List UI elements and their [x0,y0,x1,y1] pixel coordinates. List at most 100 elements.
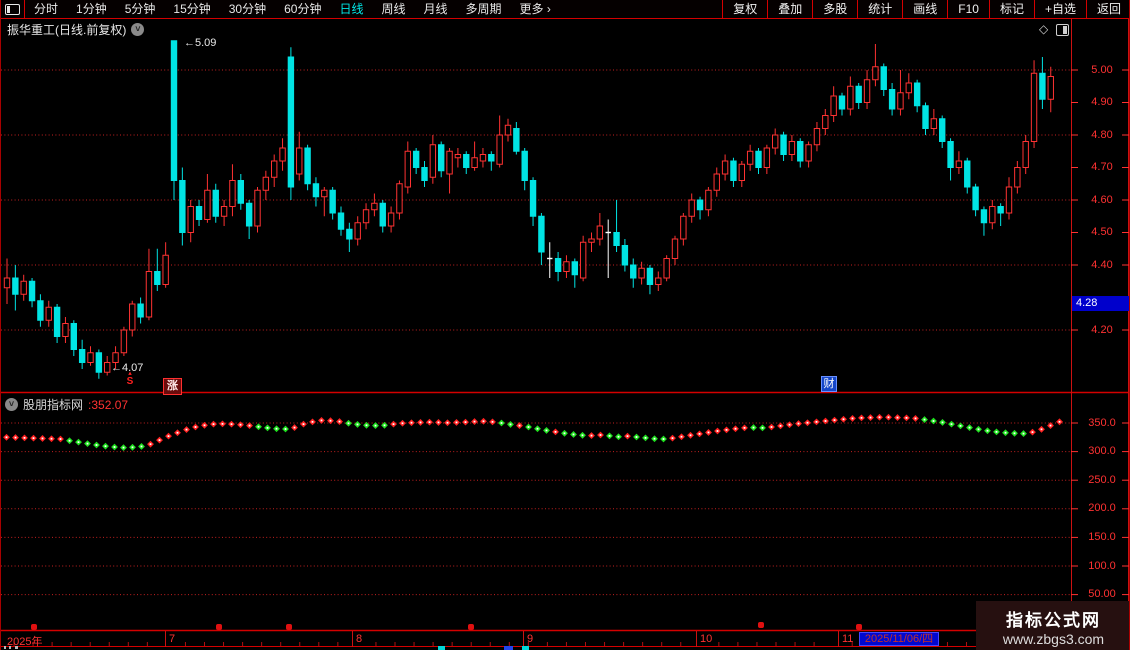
candle-body [62,323,69,337]
indicator-dot-center [572,433,575,436]
indicator-dot-center [536,427,539,430]
cai-badge[interactable]: 财 [821,376,837,392]
tool-button-7[interactable]: +自选 [1033,0,1086,18]
indicator-dot-center [140,445,143,448]
candle-body [529,180,537,217]
candle-body [421,167,428,181]
tool-button-1[interactable]: 叠加 [767,0,812,18]
candle-body [822,115,829,129]
indicator-dot-center [761,426,764,429]
indicator-dot-center [455,421,458,424]
period-tab-3[interactable]: 15分钟 [164,0,219,18]
indicator-dot-center [896,416,899,419]
indicator-name[interactable]: 股朋指标网 [23,396,83,413]
indicator-dot-center [302,423,305,426]
candle-body [262,176,270,191]
main-axis-label: 4.90 [1091,96,1113,108]
candle-body [254,189,261,227]
candle-body [354,222,361,240]
indicator-dot-center [878,416,881,419]
candle-body [162,254,169,285]
indicator-dot-center [122,446,125,449]
chevron-down-icon[interactable]: ˅ [5,398,18,411]
indicator-dot-center [1004,431,1007,434]
watermark-url: www.zbgs3.com [1002,631,1105,647]
period-tab-9[interactable]: 多周期 [457,0,511,18]
indicator-dot-center [815,420,818,423]
diamond-icon[interactable]: ◇ [1039,22,1048,36]
candle-body [738,163,745,181]
period-tab-4[interactable]: 30分钟 [220,0,275,18]
candle-body [387,212,395,227]
tool-button-3[interactable]: 统计 [857,0,902,18]
candle-body [346,228,353,240]
candle-body [872,66,879,81]
candle-body [78,349,86,363]
candle-body [137,303,144,318]
candle-body [1030,72,1038,142]
indicator-dot-center [356,423,359,426]
indicator-dot-center [221,422,224,425]
tools-menu: 复权 叠加 多股 统计 画线 F10 标记 +自选 返回 [722,0,1129,18]
indicator-dot-center [293,426,296,429]
period-tab-5[interactable]: 60分钟 [275,0,330,18]
indicator-dot-center [779,424,782,427]
candle-body [571,261,578,276]
sub-axis-label: 300.0 [1088,445,1116,458]
chart-canvas[interactable] [1,0,1130,650]
period-tab-8[interactable]: 月线 [415,0,457,18]
candle-body [713,173,720,191]
indicator-dot-center [671,437,674,440]
candle-body [179,180,186,233]
tool-button-2[interactable]: 多股 [812,0,857,18]
period-tab-6[interactable]: 日线 [330,0,372,18]
indicator-dot-center [743,426,746,429]
indicator-dot-center [1040,428,1043,431]
indicator-dot-center [770,426,773,428]
candle-body [279,147,286,162]
panel-layout-icon[interactable] [1056,24,1069,36]
period-tab-0[interactable]: 分时 [25,0,67,18]
candle-body [997,206,1004,214]
indicator-dot-center [86,442,89,445]
candle-body [271,160,278,178]
candle-body [621,245,629,266]
period-tab-2[interactable]: 5分钟 [116,0,165,18]
candle-body [838,95,846,110]
indicator-dot-center [383,424,386,427]
indicator-dot-center [5,436,8,439]
tool-button-4[interactable]: 画线 [902,0,947,18]
indicator-dot-center [959,424,962,427]
indicator-dot-center [149,443,152,446]
tool-button-6[interactable]: 标记 [988,0,1034,18]
candle-body [504,124,512,136]
tool-button-5[interactable]: F10 [947,0,989,18]
candle-body [396,183,403,214]
timeline-label: 9 [527,633,534,645]
candle-body [646,267,654,285]
main-axis-label: 4.20 [1091,323,1113,336]
candle-body [830,95,837,116]
indicator-dot-center [284,428,287,430]
candle-body [663,258,670,279]
chevron-down-icon[interactable]: ˅ [131,23,145,36]
indicator-dot-center [752,426,755,429]
buy-signal-marker: ▴ S [123,370,137,387]
period-tab-1[interactable]: 1分钟 [67,0,116,18]
candle-body [187,206,194,233]
candle-body [980,209,988,224]
period-tab-10[interactable]: 更多 › [511,0,560,18]
candle-body [229,180,236,207]
tool-button-8[interactable]: 返回 [1085,0,1129,18]
period-tab-7[interactable]: 周线 [372,0,414,18]
tool-button-0[interactable]: 复权 [722,0,767,18]
indicator-dot-center [788,423,791,426]
window-layout-icon[interactable] [1,0,25,18]
indicator-dot-center [203,424,206,427]
indicator-dot-center [257,425,260,428]
main-axis-label: 4.40 [1091,258,1113,271]
indicator-dot-center [860,416,863,419]
signal-blob [216,624,222,630]
candle-body [855,85,862,103]
candle-body [212,189,219,217]
